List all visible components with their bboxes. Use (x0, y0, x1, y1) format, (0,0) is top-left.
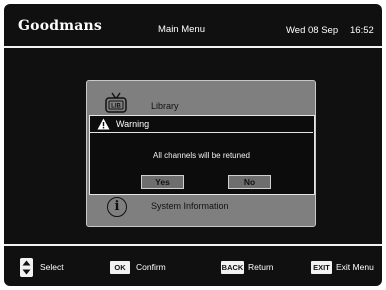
date-display: Wed 08 Sep (286, 25, 339, 36)
warning-icon (97, 118, 110, 130)
return-hint: Return (248, 262, 274, 272)
ok-key-badge: OK (110, 261, 130, 274)
clock-display: 16:52 (350, 25, 374, 36)
menu-item-label: Library (151, 101, 179, 111)
dialog-title-bar: Warning (90, 116, 313, 133)
no-button[interactable]: No (228, 175, 271, 189)
yes-button[interactable]: Yes (141, 175, 184, 189)
up-down-arrows-icon (20, 258, 33, 277)
tv-screen: Goodmans Main Menu Wed 08 Sep 16:52 LIB … (4, 4, 382, 286)
footer-bar: Select OK Confirm BACK Return EXIT Exit … (4, 254, 382, 284)
select-hint: Select (40, 262, 64, 272)
footer-divider (4, 244, 382, 246)
dialog-title: Warning (116, 119, 150, 129)
warning-dialog: Warning All channels will be retuned Yes… (89, 115, 315, 195)
menu-item-label: System Information (151, 201, 229, 211)
confirm-hint: Confirm (136, 262, 166, 272)
exit-key-badge: EXIT (311, 261, 332, 274)
back-key-badge: BACK (221, 261, 244, 274)
header-bar: Goodmans Main Menu Wed 08 Sep 16:52 (4, 4, 382, 46)
svg-text:LIB: LIB (111, 104, 121, 110)
header-divider (4, 46, 382, 48)
menu-item-library[interactable]: LIB Library (87, 91, 317, 115)
info-icon: i (107, 197, 127, 217)
page-title: Main Menu (158, 24, 205, 35)
dialog-message: All channels will be retuned (153, 151, 250, 160)
tv-library-icon: LIB (105, 92, 127, 113)
exit-menu-hint: Exit Menu (336, 262, 374, 272)
menu-item-system-information[interactable]: i System Information (87, 195, 317, 219)
brand-logo: Goodmans (18, 18, 102, 34)
